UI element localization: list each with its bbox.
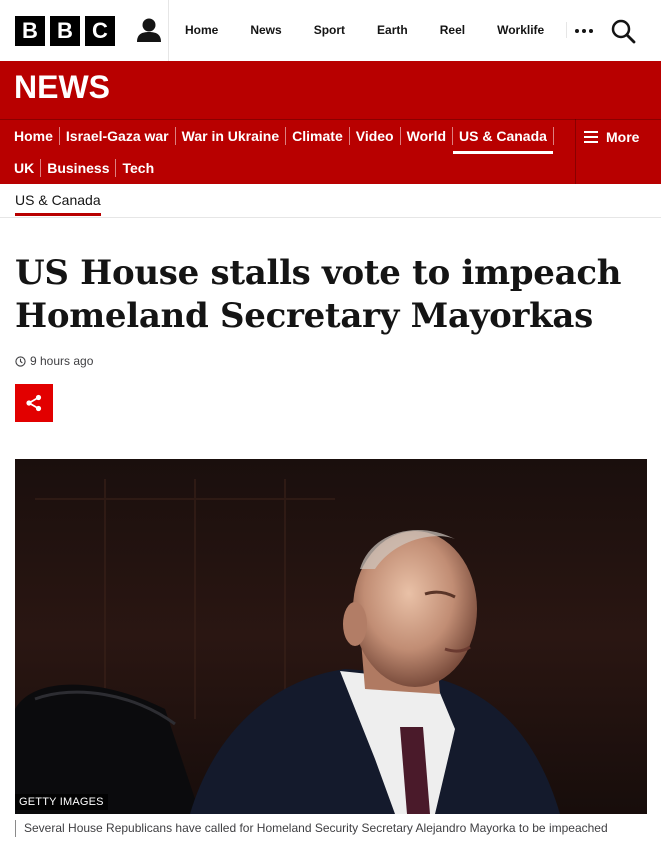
clock-icon — [15, 355, 26, 367]
bbc-logo-letter: B — [50, 16, 80, 46]
more-menu-label: More — [606, 129, 640, 145]
top-nav-news[interactable]: News — [234, 0, 297, 61]
section-nav-row1: Home Israel-Gaza war War in Ukraine Clim… — [8, 122, 554, 154]
section-nav-war-in-ukraine[interactable]: War in Ukraine — [176, 127, 287, 145]
more-menu-button[interactable]: More — [575, 119, 661, 184]
top-nav: Home News Sport Earth Reel Worklife — [168, 0, 560, 61]
article-image — [15, 459, 647, 814]
hamburger-icon — [584, 131, 598, 143]
news-title[interactable]: NEWS — [14, 69, 110, 106]
top-nav-sport[interactable]: Sport — [298, 0, 361, 61]
section-nav-row2: UK Business Tech — [8, 154, 160, 182]
section-nav-israel-gaza[interactable]: Israel-Gaza war — [60, 127, 176, 145]
bbc-logo[interactable]: B B C — [15, 16, 115, 46]
divider — [0, 217, 661, 218]
top-nav-earth[interactable]: Earth — [361, 0, 424, 61]
news-banner: NEWS Home Israel-Gaza war War in Ukraine… — [0, 61, 661, 184]
section-label[interactable]: US & Canada — [15, 192, 101, 216]
section-nav-climate[interactable]: Climate — [286, 127, 350, 145]
top-bar: B B C Home News Sport Earth Reel Worklif… — [0, 0, 661, 61]
article-timestamp: 9 hours ago — [15, 354, 93, 368]
section-nav-us-canada[interactable]: US & Canada — [453, 127, 554, 154]
bbc-logo-letter: C — [85, 16, 115, 46]
bbc-logo-letter: B — [15, 16, 45, 46]
section-nav-tech[interactable]: Tech — [116, 159, 160, 177]
user-icon[interactable] — [135, 16, 163, 44]
more-dots-icon[interactable] — [566, 22, 596, 38]
share-button[interactable] — [15, 384, 53, 422]
section-nav-video[interactable]: Video — [350, 127, 401, 145]
share-icon — [26, 394, 42, 412]
image-credit: GETTY IMAGES — [15, 794, 108, 810]
section-nav-business[interactable]: Business — [41, 159, 117, 177]
top-nav-worklife[interactable]: Worklife — [481, 0, 560, 61]
search-icon[interactable] — [610, 18, 636, 44]
subnav-divider — [0, 119, 661, 120]
section-nav-world[interactable]: World — [401, 127, 454, 145]
timestamp-text: 9 hours ago — [30, 354, 94, 368]
section-nav-uk[interactable]: UK — [8, 159, 42, 177]
section-nav-home[interactable]: Home — [8, 127, 60, 145]
article-headline: US House stalls vote to impeach Homeland… — [15, 253, 622, 336]
image-caption: Several House Republicans have called fo… — [15, 820, 645, 837]
top-nav-home[interactable]: Home — [169, 0, 234, 61]
top-nav-reel[interactable]: Reel — [424, 0, 481, 61]
